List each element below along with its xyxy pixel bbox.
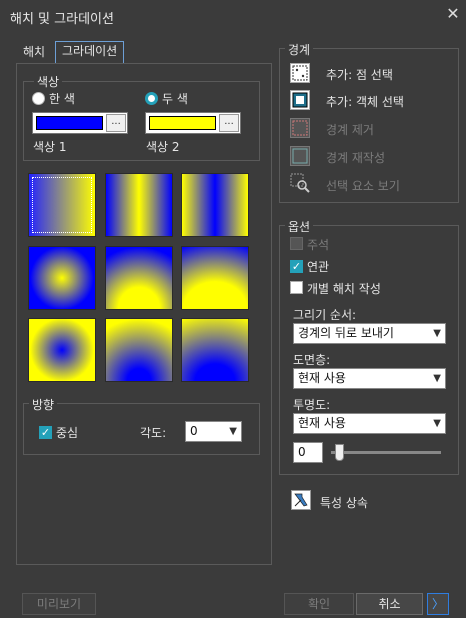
angle-select[interactable]: 0 ▼ [185,421,242,442]
boundaries-group-title: 경계 [285,41,314,58]
transparency-slider-track[interactable] [331,451,441,454]
two-color-label: 두 색 [162,92,188,106]
color2-picker[interactable]: ... [145,112,241,134]
draw-order-select[interactable]: 경계의 뒤로 보내기 ▼ [293,323,446,344]
two-color-radio[interactable] [145,92,158,105]
tab-gradient[interactable]: 그라데이션 [55,41,125,64]
remove-boundary-icon [290,118,310,138]
options-group [279,225,459,475]
chevron-down-icon: ▼ [433,328,441,339]
gradient-spherical-swatch[interactable] [28,246,96,310]
inherit-properties-label[interactable]: 특성 상속 [320,494,368,511]
gradient-curved-swatch[interactable] [181,246,249,310]
tab-hatch[interactable]: 해치 [17,43,51,64]
pick-points-label[interactable]: 추가: 점 선택 [326,66,393,83]
gradient-linear-swatch[interactable] [28,173,96,237]
transparency-select[interactable]: 현재 사용 ▼ [293,413,446,434]
layer-select[interactable]: 현재 사용 ▼ [293,368,446,389]
color2-label: 색상 2 [146,140,180,154]
color1-label: 색상 1 [33,140,67,154]
angle-label: 각도: [140,426,167,440]
remove-boundary-label: 경계 제거 [326,123,374,137]
preview-button: 미리보기 [22,593,96,615]
associative-checkbox[interactable]: ✓ [290,260,303,273]
draw-order-value: 경계의 뒤로 보내기 [298,326,394,340]
recreate-boundary-icon [290,146,310,166]
gradient-inv-spherical-swatch[interactable] [28,318,96,382]
associative-label: 연관 [307,260,330,274]
gradient-inv-hemispherical-swatch[interactable] [105,318,173,382]
transparency-amount-input[interactable]: 0 [293,442,323,463]
ok-button: 확인 [284,593,354,615]
separate-hatches-checkbox[interactable] [290,281,303,294]
color1-picker[interactable]: ... [32,112,128,134]
cancel-button[interactable]: 취소 [356,593,423,615]
window-title: 해치 및 그라데이션 [10,12,114,27]
select-objects-label[interactable]: 추가: 객체 선택 [326,93,404,110]
one-color-label: 한 색 [49,92,75,106]
inherit-properties-icon[interactable] [291,490,311,510]
color1-swatch [36,116,103,130]
recreate-boundary-label: 경계 재작성 [326,151,386,165]
annotative-label: 주석 [307,238,330,252]
close-icon[interactable]: ✕ [444,5,462,23]
options-group-title: 옵션 [285,218,314,235]
transparency-slider-thumb[interactable] [335,444,344,461]
expand-icon[interactable]: 〉 [427,593,449,615]
centered-checkbox[interactable]: ✓ [39,426,52,439]
chevron-down-icon: ▼ [229,426,237,437]
gradient-cylinder-swatch[interactable] [105,173,173,237]
select-objects-icon[interactable] [290,90,310,110]
color-group-title: 색상 [34,73,63,90]
layer-label: 도면층: [293,353,331,367]
pick-points-icon[interactable] [290,63,310,83]
view-selections-label: 선택 요소 보기 [326,179,400,193]
transparency-value: 현재 사용 [298,416,346,430]
color2-browse-button[interactable]: ... [219,114,239,132]
orientation-group-title: 방향 [29,396,58,413]
draw-order-label: 그리기 순서: [293,308,357,322]
gradient-hemispherical-swatch[interactable] [105,246,173,310]
centered-label: 중심 [56,426,79,440]
chevron-down-icon: ▼ [433,373,441,384]
annotative-checkbox [290,237,303,250]
layer-value: 현재 사용 [298,371,346,385]
gradient-inv-curved-swatch[interactable] [181,318,249,382]
chevron-down-icon: ▼ [433,418,441,429]
transparency-label: 투명도: [293,398,331,412]
view-selections-icon [290,173,310,193]
color2-swatch [149,116,216,130]
color1-browse-button[interactable]: ... [106,114,126,132]
gradient-inv-cylinder-swatch[interactable] [181,173,249,237]
angle-value: 0 [190,424,198,438]
one-color-radio[interactable] [32,92,45,105]
separate-hatches-label: 개별 해치 작성 [307,282,381,296]
